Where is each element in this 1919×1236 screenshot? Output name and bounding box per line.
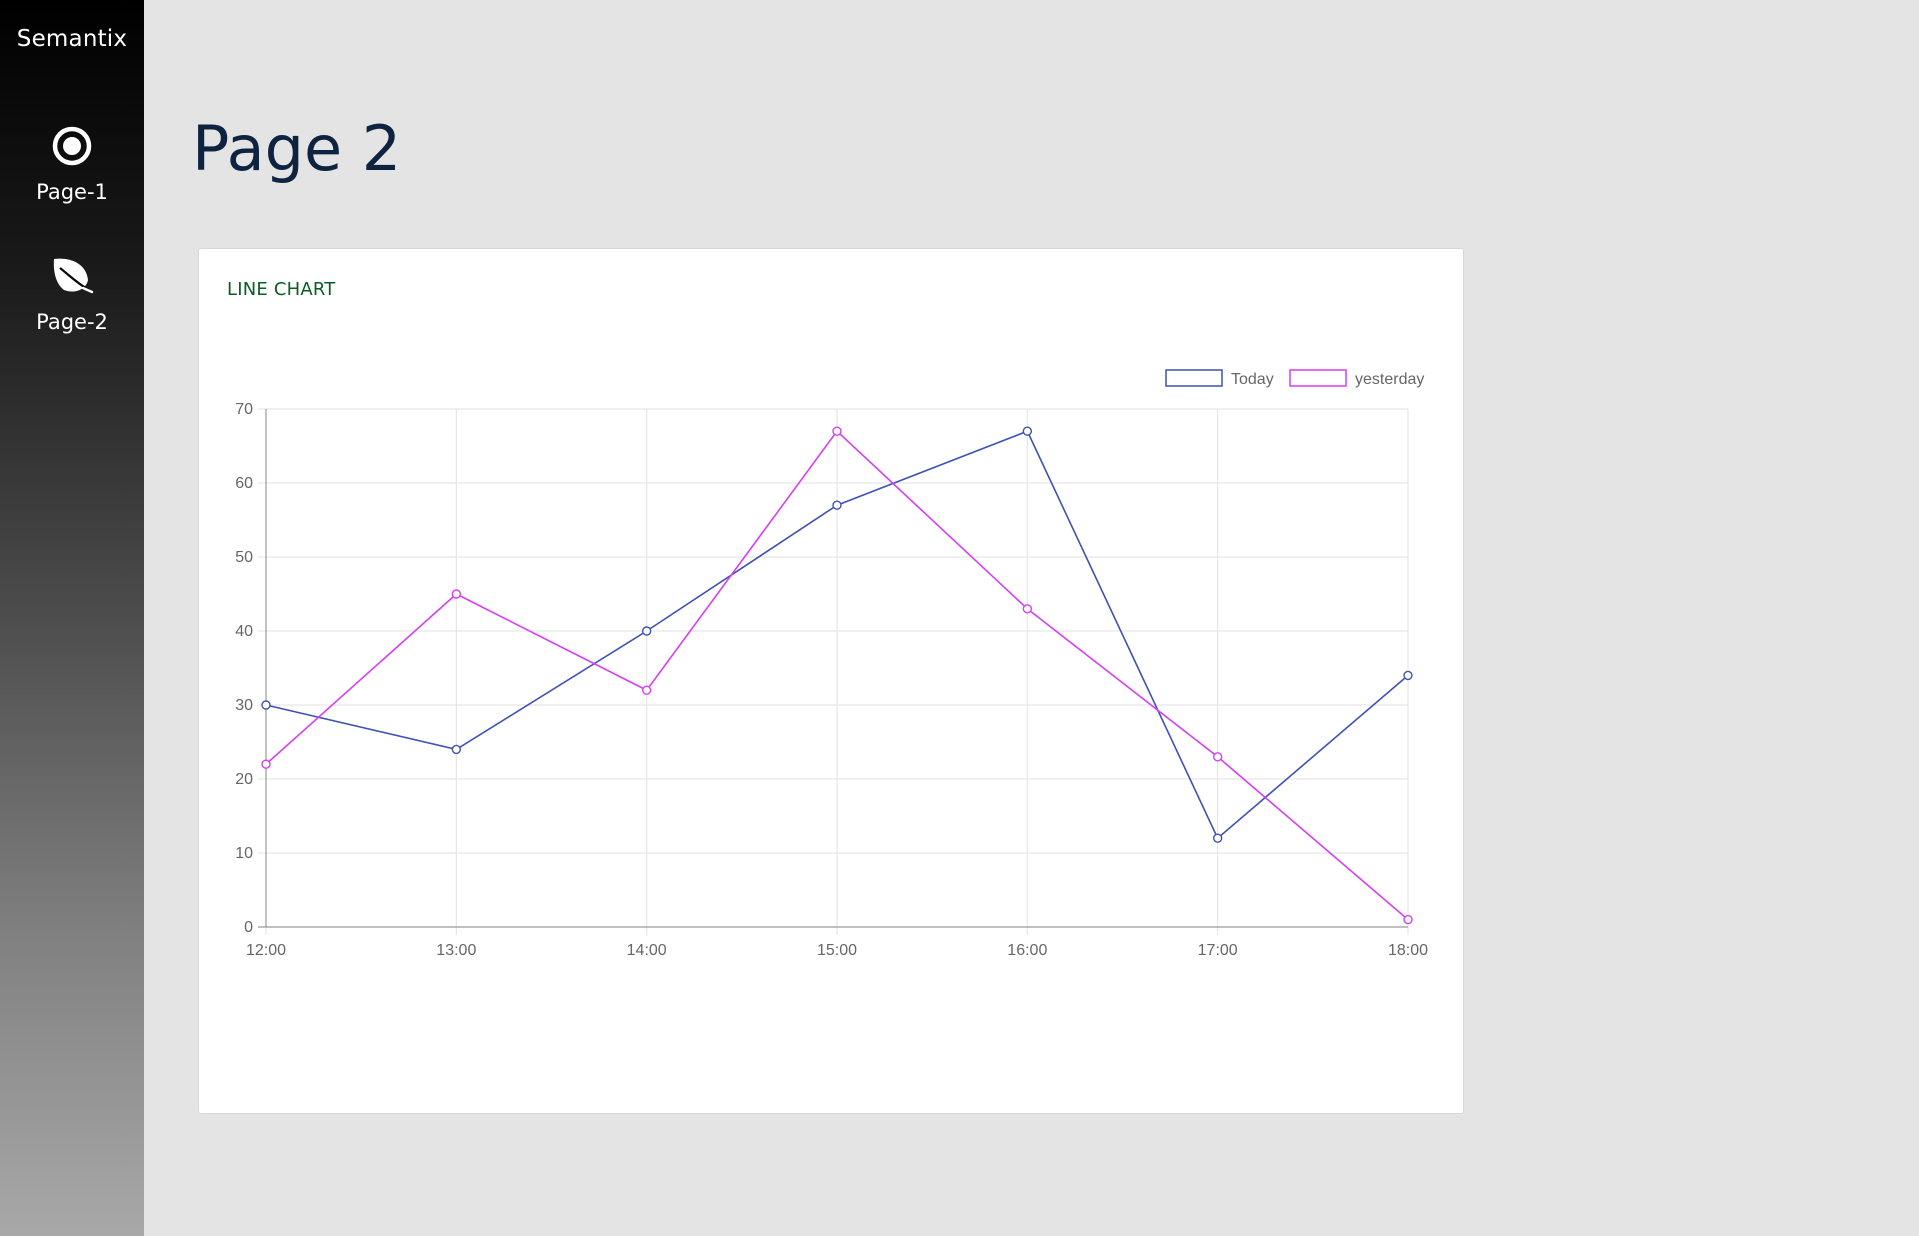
y-tick-label: 10	[235, 845, 253, 862]
y-tick-label: 50	[235, 549, 253, 566]
y-tick-label: 70	[235, 401, 253, 418]
brand-logo-text: Semantix	[16, 26, 128, 52]
sidebar-item-page-1[interactable]: Page-1	[0, 124, 144, 204]
x-tick-label: 15:00	[817, 942, 857, 959]
data-point	[1403, 670, 1413, 681]
sidebar-item-label: Page-2	[36, 310, 108, 334]
x-tick-label: 16:00	[1007, 942, 1047, 959]
y-tick-label: 30	[235, 697, 253, 714]
main-content: Page 2 LINE CHART 0 10 20 30 40 50 60 70 12:00 13…	[144, 0, 1919, 1236]
sidebar-item-page-2[interactable]: Page-2	[0, 254, 144, 334]
data-point	[261, 759, 271, 769]
data-point	[1022, 604, 1033, 614]
legend-swatch	[1165, 369, 1223, 387]
y-tick-label: 60	[235, 475, 253, 492]
legend-label: Today	[1231, 371, 1274, 388]
data-point	[1403, 914, 1413, 925]
line-chart: 0 10 20 30 40 50 60 70 12:00 13:00 14:00 15:00 16:00…	[235, 369, 1428, 959]
x-tick-label: 17:00	[1198, 942, 1238, 959]
data-point	[1212, 752, 1223, 762]
data-point	[451, 744, 462, 755]
data-point	[451, 589, 462, 599]
sidebar: Semantix Page-1 Page-2	[0, 0, 144, 1236]
legend-label: yesterday	[1355, 371, 1424, 388]
data-point	[641, 626, 652, 636]
x-tick-label: 14:00	[627, 942, 667, 959]
leaf-icon	[53, 258, 94, 294]
y-tick-label: 40	[235, 623, 253, 640]
data-point	[832, 426, 842, 436]
x-tick-label: 12:00	[246, 942, 286, 959]
data-point	[832, 500, 842, 510]
page-title: Page 2	[192, 112, 402, 185]
data-point	[1022, 426, 1033, 436]
data-point	[261, 700, 271, 710]
y-tick-label: 0	[244, 919, 253, 936]
sidebar-item-label: Page-1	[36, 180, 108, 204]
x-tick-label: 18:00	[1388, 942, 1428, 959]
legend-swatch	[1289, 369, 1347, 387]
data-point	[1212, 833, 1223, 843]
target-icon	[52, 126, 92, 166]
y-tick-label: 20	[235, 771, 253, 788]
x-tick-label: 13:00	[436, 942, 476, 959]
data-point	[641, 685, 652, 695]
chart-card: LINE CHART 0 10 20 30 40 50 60 70 12:00 13:00 14:0…	[198, 248, 1464, 1114]
